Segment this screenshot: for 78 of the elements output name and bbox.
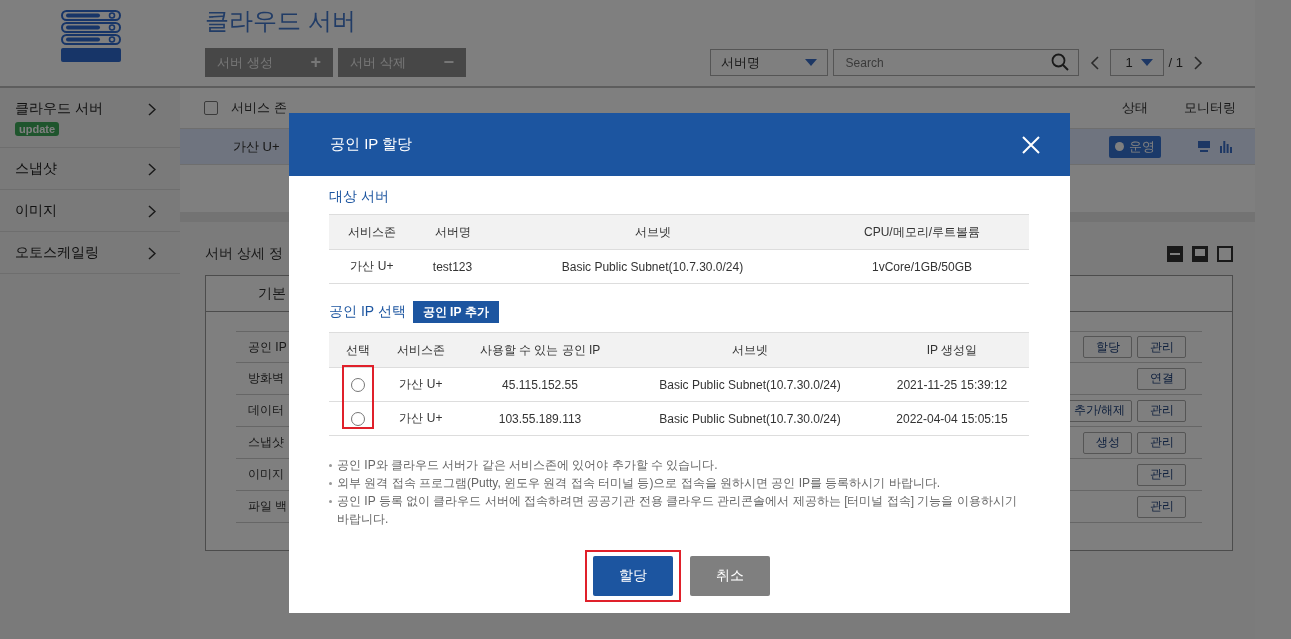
table-cell: 103.55.189.113 bbox=[455, 401, 625, 436]
chevron-right-icon bbox=[148, 162, 156, 176]
row-action-button[interactable]: 관리 bbox=[1137, 463, 1186, 486]
column-header: 모니터링 bbox=[1183, 99, 1237, 117]
search-icon bbox=[1050, 53, 1069, 71]
table-cell: 45.115.152.55 bbox=[455, 367, 625, 402]
table-cell: Basic Public Subnet(10.7.30.0/24) bbox=[490, 249, 815, 284]
table-cell: 2022-04-04 15:05:15 bbox=[875, 401, 1029, 436]
sidebar-item-label: 이미지 bbox=[15, 202, 57, 220]
page-total: / 1 bbox=[1168, 55, 1183, 70]
sidebar-item[interactable]: 클라우드 서버 update bbox=[0, 88, 180, 148]
column-header: 사용할 수 있는 공인 IP bbox=[455, 332, 625, 368]
cancel-button[interactable]: 취소 bbox=[689, 556, 770, 596]
chevron-right-icon bbox=[148, 204, 156, 218]
row-action-button[interactable]: 관리 bbox=[1137, 431, 1186, 454]
column-header: 상태 bbox=[1121, 99, 1149, 117]
column-header: 선택 bbox=[329, 332, 387, 368]
table-cell: 가산 U+ bbox=[233, 137, 280, 156]
assign-button[interactable]: 할당 bbox=[592, 556, 673, 596]
note-text: 외부 원격 접속 프로그램(Putty, 윈도우 원격 접속 터미널 등)으로 접속을 원하시면 공인 IP를 등록하시기 바랍니다. bbox=[329, 474, 1029, 492]
note-text: 공인 IP와 클라우드 서버가 같은 서비스존에 있어야 추가할 수 있습니다. bbox=[329, 456, 1029, 474]
row-action-button[interactable]: 관리 bbox=[1137, 495, 1186, 518]
checkbox[interactable] bbox=[204, 101, 218, 115]
table-cell: 1vCore/1GB/50GB bbox=[815, 249, 1029, 284]
table-cell: test123 bbox=[415, 249, 490, 284]
row-label: 공인 IP bbox=[247, 338, 287, 356]
section-title: 대상 서버 bbox=[329, 188, 390, 206]
add-ip-button[interactable]: 공인 IP 추가 bbox=[412, 301, 499, 323]
details-tab[interactable]: 기본 bbox=[258, 284, 286, 303]
next-page-icon[interactable] bbox=[1194, 55, 1203, 70]
table-cell: 가산 U+ bbox=[329, 249, 415, 284]
column-header: 서브넷 bbox=[625, 332, 875, 368]
column-header: 서비스 존 bbox=[231, 99, 288, 117]
row-label: 이미지 bbox=[247, 466, 284, 483]
column-header: CPU/메모리/루트볼륨 bbox=[815, 214, 1029, 250]
search-field[interactable]: Search bbox=[832, 49, 1079, 76]
chevron-right-icon bbox=[148, 246, 156, 260]
sidebar-item-label: 클라우드 서버 bbox=[15, 100, 103, 118]
row-action-button[interactable]: 할당 bbox=[1083, 336, 1132, 358]
row-label: 데이터 bbox=[247, 402, 284, 419]
column-header: IP 생성일 bbox=[875, 332, 1029, 368]
monitor-icon[interactable] bbox=[1198, 141, 1210, 152]
server-stack-icon bbox=[61, 10, 121, 62]
table-cell: 가산 U+ bbox=[387, 367, 455, 402]
chevron-right-icon bbox=[148, 102, 156, 116]
close-icon[interactable] bbox=[1022, 135, 1040, 154]
dialog-title: 공인 IP 할당 bbox=[330, 135, 413, 154]
page-dropdown[interactable]: 1 bbox=[1109, 49, 1164, 76]
column-header: 서브넷 bbox=[490, 214, 815, 250]
table-cell: 가산 U+ bbox=[387, 401, 455, 436]
previous-page-icon[interactable] bbox=[1089, 55, 1099, 70]
row-action-button[interactable]: 생성 bbox=[1083, 431, 1132, 454]
status-badge: 운영 bbox=[1109, 135, 1161, 158]
section-title: 공인 IP 선택 bbox=[329, 303, 406, 321]
bar-chart-icon[interactable] bbox=[1220, 140, 1232, 153]
table-cell: 2021-11-25 15:39:12 bbox=[875, 367, 1029, 402]
sidebar-item-label: 스냅샷 bbox=[15, 160, 57, 178]
row-label: 스냅샷 bbox=[247, 434, 284, 451]
table-cell: Basic Public Subnet(10.7.30.0/24) bbox=[625, 367, 875, 402]
expand-panel-icon[interactable] bbox=[1217, 246, 1233, 262]
split-panel-icon[interactable] bbox=[1192, 246, 1208, 262]
update-badge: update bbox=[15, 122, 60, 136]
column-header: 서비스존 bbox=[387, 332, 455, 368]
row-action-button[interactable]: 관리 bbox=[1137, 399, 1186, 422]
filter-dropdown[interactable]: 서버명 bbox=[709, 49, 828, 76]
column-header: 서버명 bbox=[415, 214, 490, 250]
collapse-panel-icon[interactable] bbox=[1167, 246, 1183, 262]
row-label: 방화벽 bbox=[247, 370, 284, 387]
page-title: 클라우드 서버 bbox=[205, 6, 357, 36]
note-text: 공인 IP 등록 없이 클라우드 서버에 접속하려면 공공기관 전용 클라우드 관리콘솔에서 제공하는 [터미널 접속] 기능을 이용하시기 바랍니다. bbox=[329, 492, 1029, 528]
row-label: 파일 백 bbox=[247, 498, 288, 515]
row-action-button[interactable]: 연결 bbox=[1137, 367, 1186, 390]
column-header: 서비스존 bbox=[329, 214, 415, 250]
row-action-button[interactable]: 관리 bbox=[1137, 336, 1186, 358]
highlight-frame bbox=[342, 365, 374, 429]
section-title: 서버 상세 정 bbox=[205, 245, 283, 263]
sidebar-item-label: 오토스케일링 bbox=[15, 244, 99, 262]
table-cell: Basic Public Subnet(10.7.30.0/24) bbox=[625, 401, 875, 436]
